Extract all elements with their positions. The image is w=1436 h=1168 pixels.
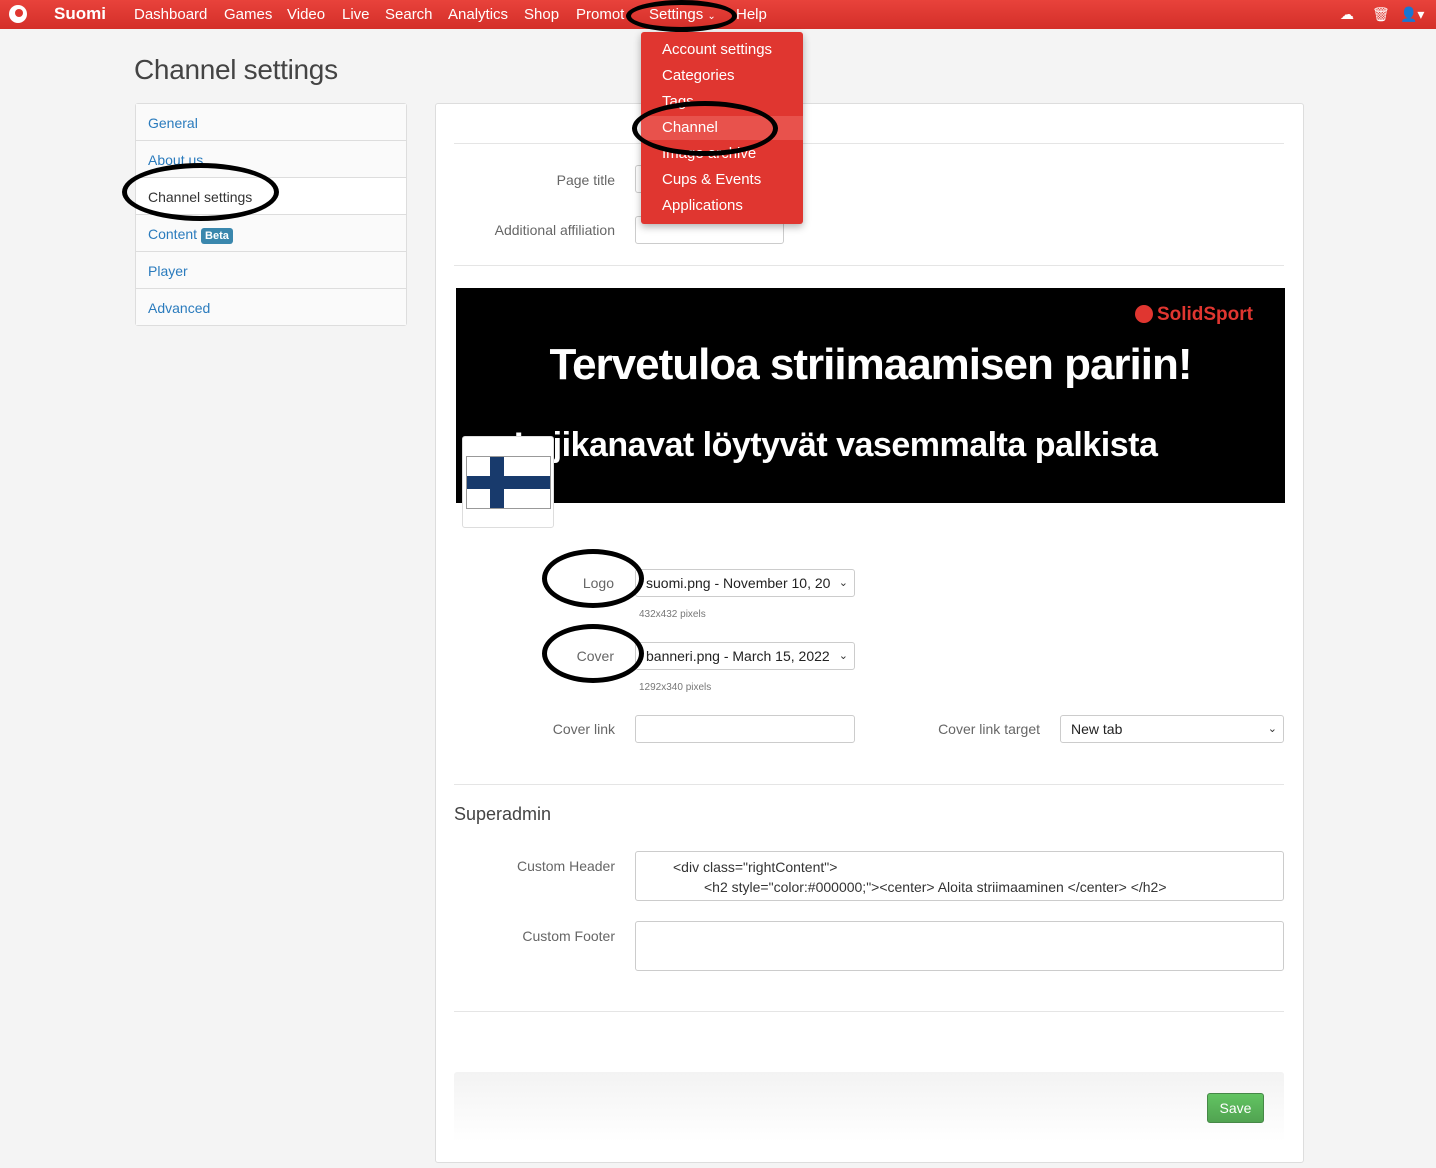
chevron-down-icon: ⌄ bbox=[1267, 723, 1277, 735]
nav-search[interactable]: Search bbox=[385, 6, 433, 23]
save-button[interactable]: Save bbox=[1207, 1093, 1264, 1123]
finland-flag-icon bbox=[466, 456, 551, 509]
custom-footer-textarea[interactable] bbox=[635, 921, 1284, 971]
additional-affiliation-label: Additional affiliation bbox=[494, 222, 615, 238]
cover-select[interactable]: banneri.png - March 15, 2022 ⌄ bbox=[635, 642, 855, 670]
nav-live[interactable]: Live bbox=[342, 6, 370, 23]
cover-link-target-label: Cover link target bbox=[938, 721, 1040, 737]
nav-games[interactable]: Games bbox=[224, 6, 272, 23]
banner-subline: Lajikanavat löytyvät vasemmalta palkista bbox=[514, 426, 1158, 464]
settings-sidebar: General About us Channel settings Conten… bbox=[135, 103, 407, 326]
menu-item-categories[interactable]: Categories bbox=[662, 67, 735, 84]
top-navbar: Suomi Dashboard Games Video Live Search … bbox=[0, 0, 1436, 29]
cover-size-help: 1292x340 pixels bbox=[639, 682, 712, 693]
logo-label: Logo bbox=[582, 575, 614, 591]
nav-dashboard[interactable]: Dashboard bbox=[134, 6, 207, 23]
cover-link-target-value: New tab bbox=[1071, 721, 1123, 737]
menu-item-applications[interactable]: Applications bbox=[662, 197, 743, 214]
cover-label: Cover bbox=[576, 648, 614, 664]
logo-select[interactable]: suomi.png - November 10, 20 ⌄ bbox=[635, 569, 855, 597]
sidebar-item-general[interactable]: General bbox=[136, 104, 406, 141]
divider bbox=[454, 784, 1284, 785]
page-title-label: Page title bbox=[556, 172, 615, 188]
nav-analytics[interactable]: Analytics bbox=[448, 6, 508, 23]
cover-banner-image: SolidSport Tervetuloa striimaamisen pari… bbox=[456, 288, 1285, 503]
nav-settings-label: Settings bbox=[649, 6, 704, 23]
menu-item-account-settings[interactable]: Account settings bbox=[662, 41, 772, 58]
trash-icon[interactable]: 🗑 bbox=[1372, 6, 1390, 23]
sidebar-item-content[interactable]: Content Beta bbox=[136, 215, 406, 252]
nav-settings[interactable]: Settings ⌄ bbox=[649, 6, 716, 23]
page-title: Channel settings bbox=[134, 54, 338, 85]
solidsport-logo-icon[interactable] bbox=[9, 5, 27, 23]
solidsport-banner-logo: SolidSport bbox=[1134, 304, 1253, 326]
menu-item-tags[interactable]: Tags bbox=[662, 93, 694, 110]
sidebar-item-player[interactable]: Player bbox=[136, 252, 406, 289]
sidebar-item-content-label: Content bbox=[148, 226, 198, 242]
brand-name[interactable]: Suomi bbox=[54, 4, 106, 24]
divider bbox=[454, 1011, 1284, 1012]
channel-logo-preview bbox=[462, 436, 554, 528]
sidebar-item-channel-settings[interactable]: Channel settings bbox=[136, 178, 406, 215]
banner-headline: Tervetuloa striimaamisen pariin! bbox=[549, 340, 1192, 389]
superadmin-heading: Superadmin bbox=[454, 804, 552, 824]
menu-item-cups-events[interactable]: Cups & Events bbox=[662, 171, 761, 188]
chevron-down-icon: ⌄ bbox=[838, 650, 848, 662]
nav-shop[interactable]: Shop bbox=[524, 6, 559, 23]
solidsport-mark-icon bbox=[1134, 305, 1153, 323]
custom-header-textarea[interactable]: <div class="rightContent"> <h2 style="co… bbox=[635, 851, 1284, 901]
beta-badge: Beta bbox=[201, 228, 233, 244]
logo-select-value: suomi.png - November 10, 20 bbox=[646, 575, 831, 591]
cover-select-value: banneri.png - March 15, 2022 bbox=[646, 648, 830, 664]
sidebar-item-advanced[interactable]: Advanced bbox=[136, 289, 406, 325]
divider bbox=[454, 265, 1284, 266]
nav-video[interactable]: Video bbox=[287, 6, 325, 23]
chevron-down-icon: ⌄ bbox=[707, 11, 716, 22]
divider bbox=[454, 143, 1284, 144]
form-actions-bar bbox=[454, 1072, 1284, 1142]
custom-header-line-2: <h2 style="color:#000000;"><center> Aloi… bbox=[704, 879, 1167, 895]
cloud-upload-icon[interactable]: ☁ bbox=[1340, 6, 1354, 23]
main-panel bbox=[435, 103, 1304, 1163]
nav-promote[interactable]: Promot bbox=[576, 6, 624, 23]
menu-item-channel[interactable]: Channel bbox=[662, 119, 718, 136]
settings-dropdown-menu: Account settings Categories Tags Channel… bbox=[641, 32, 803, 224]
logo-size-help: 432x432 pixels bbox=[639, 609, 706, 620]
nav-help[interactable]: Help bbox=[736, 6, 767, 23]
custom-header-label: Custom Header bbox=[516, 858, 615, 874]
custom-header-line-1: <div class="rightContent"> bbox=[673, 859, 838, 875]
sidebar-item-about-us[interactable]: About us bbox=[136, 141, 406, 178]
cover-link-label: Cover link bbox=[552, 721, 615, 737]
solidsport-banner-brand: SolidSport bbox=[1156, 304, 1253, 325]
user-icon[interactable]: 👤▾ bbox=[1400, 6, 1424, 23]
menu-item-image-archive[interactable]: Image archive bbox=[662, 145, 756, 162]
cover-link-target-select[interactable]: New tab ⌄ bbox=[1060, 715, 1284, 743]
custom-footer-label: Custom Footer bbox=[522, 928, 615, 944]
chevron-down-icon: ⌄ bbox=[838, 577, 848, 589]
cover-link-input[interactable] bbox=[635, 715, 855, 743]
